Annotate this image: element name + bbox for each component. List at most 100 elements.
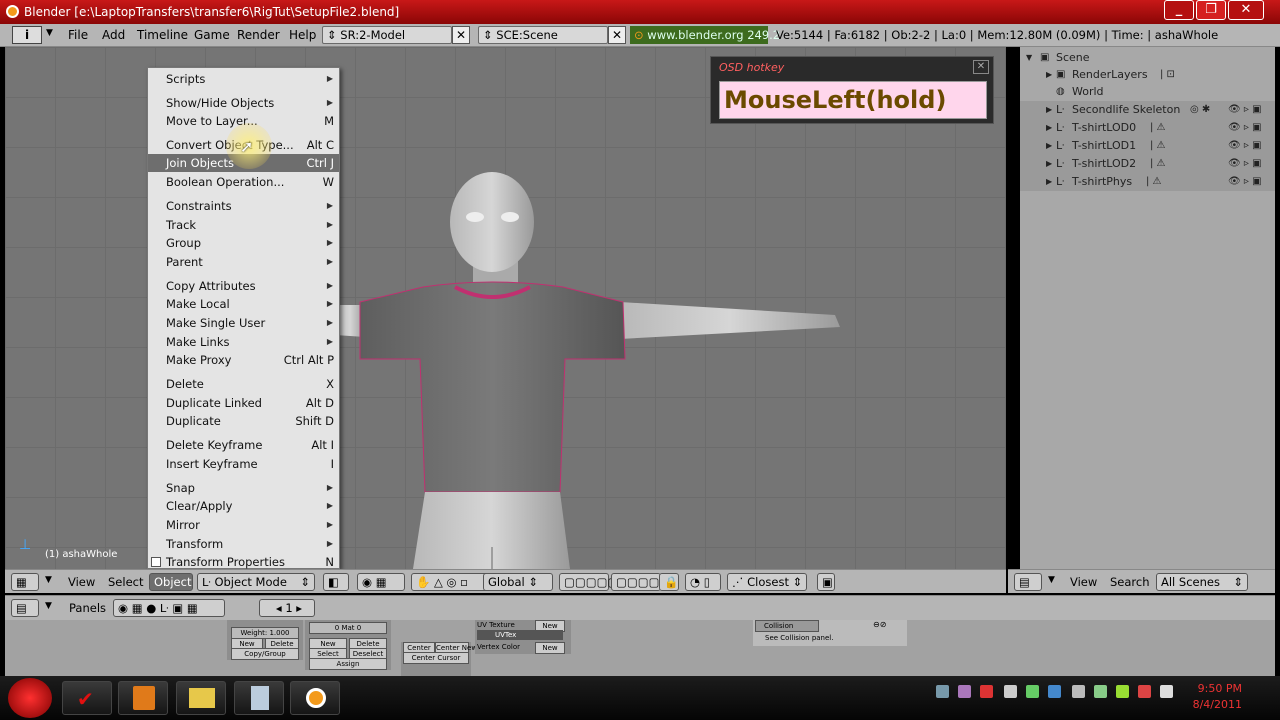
visibility-icons[interactable]: 👁 ▹ ▣ [1228,119,1262,137]
menu-item-transform[interactable]: Transform ▶ [148,535,339,553]
menu-game[interactable]: Game [194,28,230,42]
expand-icon[interactable]: ▶ [1046,173,1052,191]
menu-item-insert-keyframe[interactable]: Insert Keyframe I [148,455,339,473]
panel-controls-icon[interactable]: ⊖⊘ [873,620,886,630]
menu-item-make-single-user[interactable]: Make Single User ▶ [148,314,339,332]
menu-item-scripts[interactable]: Scripts ▶ [148,70,339,88]
info-icon[interactable]: i [12,26,42,44]
menu-view[interactable]: View [68,575,95,589]
collapse-arrow-icon[interactable]: ▼ [46,28,53,38]
pivot-icon[interactable]: ◉ ▦ [357,573,405,591]
volume-icon[interactable] [1160,685,1173,698]
menu-item-boolean-operation[interactable]: Boolean Operation... W [148,173,339,191]
menu-item-duplicate[interactable]: Duplicate Shift D [148,412,339,430]
orientation-selector[interactable]: Global ⇕ [483,573,553,591]
uvtex-field[interactable]: UVTex [477,630,563,640]
collapse-arrow-icon[interactable]: ▼ [45,575,52,585]
editor-type-icon[interactable]: ▤ [1014,573,1042,591]
outliner-item-world[interactable]: ◍ World [1020,83,1275,101]
copy-group-button[interactable]: Copy/Group [231,648,299,660]
tray-icon-1[interactable] [936,685,949,698]
taskbar-app-2[interactable] [118,681,168,715]
outliner[interactable]: ▼ ▣ Scene ▶ ▣ RenderLayers | ⊡ ◍ World ▶ ᒷ Secon… [1020,47,1275,569]
menu-file[interactable]: File [68,28,88,42]
expand-icon[interactable]: ▶ [1046,66,1052,84]
menu-item-clear-apply[interactable]: Clear/Apply ▶ [148,497,339,515]
clock-time[interactable]: 9:50 PM [1192,682,1242,695]
layer-buttons-left[interactable]: ▢▢▢▢▢ [559,573,618,591]
visibility-icons[interactable]: 👁 ▹ ▣ [1228,137,1262,155]
outliner-item-lod1[interactable]: ▶ ᒷ T-shirtLOD1 | ⚠ 👁 ▹ ▣ [1020,137,1275,155]
collapse-arrow-icon[interactable]: ▼ [1048,575,1055,585]
minimize-button[interactable]: _ [1164,0,1194,20]
menu-item-delete-keyframe[interactable]: Delete Keyframe Alt I [148,436,339,454]
render-preview-icon[interactable]: ▣ [817,573,835,591]
delete-screen-button[interactable]: ✕ [452,26,470,44]
outliner-item-lod2[interactable]: ▶ ᒷ T-shirtLOD2 | ⚠ 👁 ▹ ▣ [1020,155,1275,173]
frame-field[interactable]: ◂ 1 ▸ [259,599,315,617]
outliner-item-renderlayers[interactable]: ▶ ▣ RenderLayers | ⊡ [1020,66,1275,84]
menu-render[interactable]: Render [237,28,280,42]
collision-tab[interactable]: Collision [755,620,819,632]
assign-button[interactable]: Assign [309,658,387,670]
osd-close-icon[interactable]: ✕ [973,60,989,74]
snap-selector[interactable]: ⋰ Closest ⇕ [727,573,807,591]
menu-item-group[interactable]: Group ▶ [148,234,339,252]
menu-add[interactable]: Add [102,28,125,42]
menu-timeline[interactable]: Timeline [137,28,188,42]
screen-selector[interactable]: ⇕ SR:2-Model [322,26,452,44]
menu-select[interactable]: Select [108,575,143,589]
menu-item-track[interactable]: Track ▶ [148,216,339,234]
editor-type-icon[interactable]: ▤ [11,599,39,617]
center-cursor-button[interactable]: Center Cursor [403,652,469,664]
bluetooth-icon[interactable] [1048,685,1061,698]
expand-icon[interactable]: ▶ [1046,137,1052,155]
menu-view[interactable]: View [1070,575,1097,589]
action-center-icon[interactable] [1138,685,1151,698]
taskbar-app-3[interactable] [176,681,226,715]
tray-icon-5[interactable] [1026,685,1039,698]
editor-type-grid-icon[interactable]: ▦ [11,573,39,591]
menu-item-parent[interactable]: Parent ▶ [148,253,339,271]
expand-icon[interactable]: ▶ [1046,155,1052,173]
outliner-item-phys[interactable]: ▶ ᒷ T-shirtPhys | ⚠ 👁 ▹ ▣ [1020,173,1275,191]
menu-item-make-proxy[interactable]: Make Proxy Ctrl Alt P [148,351,339,369]
outliner-item-skeleton[interactable]: ▶ ᒷ Secondlife Skeleton ◎ ✱ 👁 ▹ ▣ [1020,101,1275,119]
version-badge[interactable]: ⊙ www.blender.org 249.2 [630,26,780,44]
menu-item-duplicate-linked[interactable]: Duplicate Linked Alt D [148,394,339,412]
visibility-icons[interactable]: 👁 ▹ ▣ [1228,101,1262,119]
scene-selector[interactable]: ⇕ SCE:Scene [478,26,608,44]
menu-item-make-links[interactable]: Make Links ▶ [148,333,339,351]
taskbar-app-blender[interactable] [290,681,340,715]
tray-icon-4[interactable] [1004,685,1017,698]
menu-item-show-hide-objects[interactable]: Show/Hide Objects ▶ [148,94,339,112]
menu-item-delete[interactable]: Delete X [148,375,339,393]
expand-icon[interactable]: ▶ [1046,101,1052,119]
menu-object[interactable]: Object [149,573,193,591]
network-icon[interactable] [1072,685,1085,698]
maximize-button[interactable]: ❐ [1196,0,1226,20]
tray-icon-2[interactable] [958,685,971,698]
context-icons[interactable]: ◉ ▦ ● ᒷ ▣ ▦ [113,599,225,617]
visibility-icons[interactable]: 👁 ▹ ▣ [1228,173,1262,191]
manipulator-icons[interactable]: ✋ △ ◎ ▫ [411,573,491,591]
close-button[interactable]: ✕ [1228,0,1264,20]
delete-scene-button[interactable]: ✕ [608,26,626,44]
scene-filter-select[interactable]: All Scenes ⇕ [1156,573,1248,591]
tray-icon-8[interactable] [1094,685,1107,698]
menu-search[interactable]: Search [1110,575,1150,589]
mode-selector[interactable]: ᒷ Object Mode ⇕ [197,573,315,591]
proportional-icon[interactable]: ◔ ▯ [685,573,721,591]
lock-icon[interactable]: 🔒 [659,573,679,591]
menu-item-mirror[interactable]: Mirror ▶ [148,516,339,534]
expand-icon[interactable]: ▶ [1046,119,1052,137]
menu-item-make-local[interactable]: Make Local ▶ [148,295,339,313]
battery-icon[interactable] [1116,685,1129,698]
menu-item-snap[interactable]: Snap ▶ [148,479,339,497]
new-color-button[interactable]: New [535,642,565,654]
draw-type-icon[interactable]: ◧ [323,573,349,591]
taskbar-app-4[interactable] [234,681,284,715]
tray-icon-3[interactable] [980,685,993,698]
menu-item-constraints[interactable]: Constraints ▶ [148,197,339,215]
start-button[interactable] [8,678,52,718]
